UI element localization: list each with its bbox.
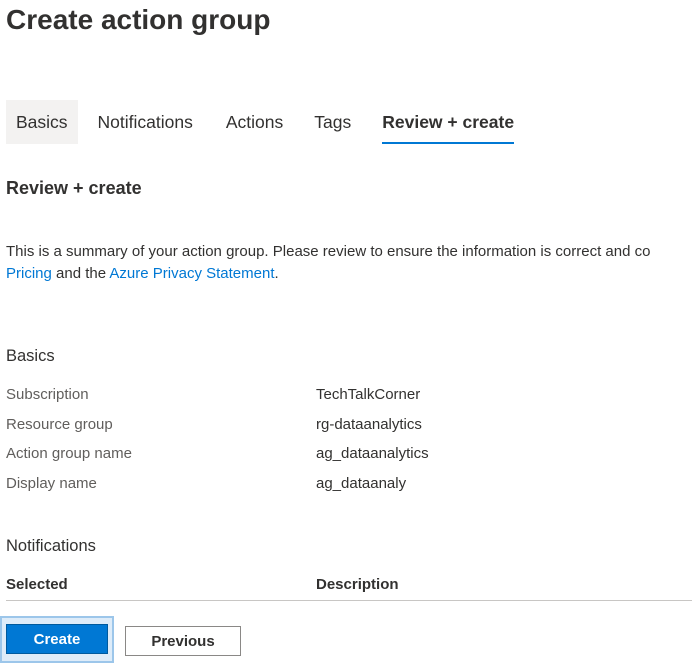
tab-tags[interactable]: Tags [304,100,361,144]
column-header-selected: Selected [6,576,68,593]
and-the-text: and the [56,265,107,282]
summary-text-block: This is a summary of your action group. … [6,241,692,285]
subscription-label: Subscription [6,386,89,403]
tab-notifications[interactable]: Notifications [88,100,203,144]
review-create-heading: Review + create [6,178,142,198]
pricing-link[interactable]: Pricing [6,265,52,282]
notifications-section-title: Notifications [6,537,96,555]
summary-links-line: Pricing and the Azure Privacy Statement. [6,263,692,285]
tab-actions[interactable]: Actions [216,100,293,144]
resource-group-value: rg-dataanalytics [316,416,422,433]
page-title: Create action group [6,4,271,35]
subscription-value: TechTalkCorner [316,386,421,403]
previous-button[interactable]: Previous [125,626,241,656]
action-group-name-label: Action group name [6,445,132,462]
column-header-description: Description [316,576,399,593]
privacy-statement-link[interactable]: Azure Privacy Statement [109,265,274,282]
notifications-table-header: Selected Description [6,576,692,601]
action-group-name-row: Action group name ag_dataanalytics [6,445,692,465]
subscription-row: Subscription TechTalkCorner [6,386,692,406]
display-name-label: Display name [6,475,97,492]
resource-group-row: Resource group rg-dataanalytics [6,416,692,436]
period-text: . [274,265,279,282]
tab-review-create[interactable]: Review + create [372,100,524,144]
basics-section-title: Basics [6,347,55,365]
footer-bar: Create Previous [0,614,692,663]
create-action-group-page: Create action group Basics Notifications… [0,0,692,663]
display-name-value: ag_dataanaly [316,475,407,492]
create-button[interactable]: Create [6,624,108,654]
display-name-row: Display name ag_dataanaly [6,475,692,495]
resource-group-label: Resource group [6,416,113,433]
tab-bar: Basics Notifications Actions Tags Review… [6,100,524,146]
summary-line: This is a summary of your action group. … [6,243,651,260]
action-group-name-value: ag_dataanalytics [316,445,429,462]
tab-basics[interactable]: Basics [6,100,78,144]
